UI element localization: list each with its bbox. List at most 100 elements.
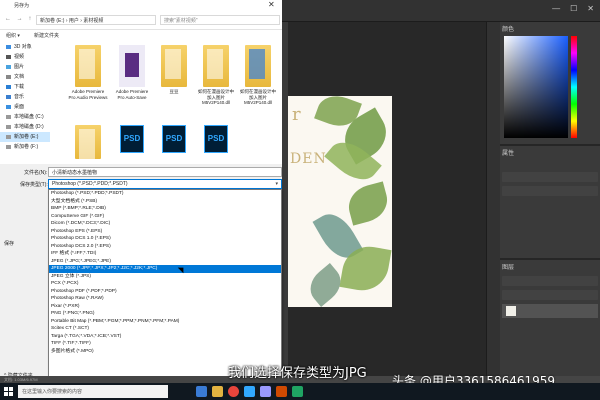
savetype-option[interactable]: Photoshop DCS 2.0 (*.EPS) <box>49 243 281 251</box>
property-row[interactable] <box>502 186 598 196</box>
save-form: 文件名(N): 小清新动态水墨植物 保存类型(T): Photoshop (*.… <box>0 164 282 383</box>
drive-icon <box>6 135 11 139</box>
nav-item-drive-d[interactable]: 本地磁盘 (D:) <box>0 122 50 132</box>
savetype-option[interactable]: Scitex CT (*.SCT) <box>49 325 281 333</box>
task-view-icon[interactable] <box>196 386 207 397</box>
app-icon[interactable] <box>292 386 303 397</box>
savetype-option[interactable]: 多图片格式 (*.MPO) <box>49 348 281 356</box>
file-item[interactable]: 豆豆 <box>154 45 194 95</box>
breadcrumb[interactable]: 新加卷 (E:) › 用户 › 素材视频 <box>36 15 156 25</box>
chevron-down-icon[interactable]: ▾ <box>275 181 278 187</box>
folder-icon <box>161 45 187 87</box>
savetype-option[interactable]: JPEG 立体 (*.JPS) <box>49 273 281 281</box>
layer-blend-row[interactable] <box>502 290 598 300</box>
canvas-text: DEN <box>290 151 327 167</box>
chrome-icon[interactable] <box>228 386 239 397</box>
color-panel-tab[interactable]: 颜色 <box>502 24 514 36</box>
panel-divider <box>500 258 600 260</box>
ps-window-controls: — ☐ ✕ <box>552 4 594 13</box>
address-bar: ← → ↑ 新加卷 (E:) › 用户 › 素材视频 搜索"素材视频" <box>0 10 282 30</box>
savetype-option[interactable]: Photoshop (*.PSD;*.PDD;*.PSDT) <box>49 190 281 198</box>
drive-icon <box>6 145 11 149</box>
file-item[interactable]: PSD <box>196 125 236 155</box>
search-input[interactable]: 搜索"素材视频" <box>160 15 280 25</box>
nav-item-drive-c[interactable]: 本地磁盘 (C:) <box>0 112 50 122</box>
savetype-option[interactable]: PNG (*.PNG;*.PNG) <box>49 310 281 318</box>
savetype-option[interactable]: 大型文档格式 (*.PSB) <box>49 198 281 206</box>
file-item[interactable] <box>68 125 108 161</box>
photoshop-icon[interactable] <box>244 386 255 397</box>
filename-input[interactable]: 小清新动态水墨植物 <box>48 167 282 177</box>
file-item[interactable]: 如何在漫画设计中加入图片M5V2P140.dll <box>196 45 236 106</box>
panel-divider <box>500 144 600 146</box>
savetype-option[interactable]: CompuServe GIF (*.GIF) <box>49 213 281 221</box>
file-name: Adobe Premiere Pro Auto-Save <box>115 89 149 100</box>
savetype-option[interactable]: IFF 格式 (*.IFF;*.TDI) <box>49 250 281 258</box>
color-picker-field[interactable] <box>504 36 568 138</box>
file-item[interactable]: PSD <box>112 125 152 155</box>
navigation-pane: 3D 对象 视频 图片 文档 下载 音乐 桌面 本地磁盘 (C:) 本地磁盘 (… <box>0 42 50 164</box>
nav-item-documents[interactable]: 文档 <box>0 72 50 82</box>
image-folder-icon <box>245 45 271 87</box>
download-icon <box>6 85 11 89</box>
panel-icon-strip <box>486 22 500 383</box>
windows-start-icon[interactable] <box>4 387 13 396</box>
savetype-option[interactable]: JPEG (*.JPG;*.JPEG;*.JPE) <box>49 258 281 266</box>
savetype-option[interactable]: BMP (*.BMP;*.RLE;*.DIB) <box>49 205 281 213</box>
savetype-option[interactable]: Targa (*.TGA;*.VDA;*.ICB;*.VST) <box>49 333 281 341</box>
file-explorer-icon[interactable] <box>212 386 223 397</box>
file-item[interactable]: 如何在漫画设计中加入图片M5V2P140.dll <box>238 45 278 106</box>
file-name: 如何在漫画设计中加入图片M5V2P140.dll <box>198 89 234 105</box>
document-canvas[interactable]: r DEN <box>288 96 392 307</box>
premiere-icon[interactable] <box>260 386 271 397</box>
nav-item-drive-f[interactable]: 新加卷 (F:) <box>0 142 50 152</box>
savetype-select[interactable]: Photoshop (*.PSD;*.PDD;*.PSDT) ▾ <box>48 179 282 189</box>
premiere-folder-icon <box>119 45 145 87</box>
command-bar: 组织 ▾ 新建文件夹 <box>0 30 282 42</box>
new-folder-button[interactable]: 新建文件夹 <box>34 32 59 39</box>
nav-item-3d[interactable]: 3D 对象 <box>0 42 50 52</box>
nav-arrows-icon[interactable]: ← → ↑ <box>5 16 33 22</box>
dialog-title: 另存为 <box>14 3 30 9</box>
savetype-option[interactable]: Photoshop DCS 1.0 (*.EPS) <box>49 235 281 243</box>
savetype-option[interactable]: Photoshop PDF (*.PDF;*.PDP) <box>49 288 281 296</box>
nav-item-music[interactable]: 音乐 <box>0 92 50 102</box>
layer-thumbnail <box>506 306 516 316</box>
layer-filter-row[interactable] <box>502 276 598 286</box>
nav-item-downloads[interactable]: 下载 <box>0 82 50 92</box>
taskbar-search-input[interactable]: 在这里输入你要搜索的内容 <box>18 385 168 398</box>
properties-panel-tab[interactable]: 属性 <box>502 148 514 160</box>
savetype-option[interactable]: Portable Bit Map (*.PBM;*.PGM;*.PPM;*.PN… <box>49 318 281 326</box>
close-icon[interactable]: ✕ <box>587 4 594 13</box>
savetype-option[interactable]: JPEG 2000 (*.JPF;*.JPX;*.JP2;*.J2C;*.J2K… <box>49 265 281 273</box>
nav-item-desktop[interactable]: 桌面 <box>0 102 50 112</box>
file-item[interactable]: Adobe Premiere Pro Audio Previews <box>68 45 108 100</box>
savetype-option[interactable]: Photoshop EPS (*.EPS) <box>49 228 281 236</box>
layers-panel-tab[interactable]: 图层 <box>502 262 514 274</box>
savetype-option[interactable]: PCX (*.PCX) <box>49 280 281 288</box>
psd-file-icon: PSD <box>162 125 186 153</box>
app-icon[interactable] <box>276 386 287 397</box>
taskbar: 在这里输入你要搜索的内容 <box>0 383 600 400</box>
nav-item-pictures[interactable]: 图片 <box>0 62 50 72</box>
savetype-option[interactable]: Photoshop Raw (*.RAW) <box>49 295 281 303</box>
file-item[interactable]: Adobe Premiere Pro Auto-Save <box>112 45 152 100</box>
nav-item-videos[interactable]: 视频 <box>0 52 50 62</box>
layer-item[interactable] <box>502 304 598 318</box>
nav-item-drive-e[interactable]: 新加卷 (E:) <box>0 132 50 142</box>
hue-slider[interactable] <box>571 36 577 138</box>
property-row[interactable] <box>502 172 598 182</box>
file-grid: Adobe Premiere Pro Audio Previews Adobe … <box>68 45 280 165</box>
minimize-icon[interactable]: — <box>552 4 560 13</box>
organize-button[interactable]: 组织 ▾ <box>6 32 20 39</box>
save-section-label: 保存 <box>4 241 15 247</box>
savetype-label: 保存类型(T): <box>20 182 48 188</box>
folder-icon <box>75 45 101 87</box>
savetype-option[interactable]: Pixar (*.PXR) <box>49 303 281 311</box>
file-item[interactable]: PSD <box>154 125 194 155</box>
savetype-option[interactable]: Dicom (*.DCM;*.DC3;*.DIC) <box>49 220 281 228</box>
close-icon[interactable]: ✕ <box>268 0 275 9</box>
savetype-option[interactable]: TIFF (*.TIF;*.TIFF) <box>49 340 281 348</box>
ps-options-bar: — ☐ ✕ <box>282 0 600 22</box>
maximize-icon[interactable]: ☐ <box>570 4 577 13</box>
